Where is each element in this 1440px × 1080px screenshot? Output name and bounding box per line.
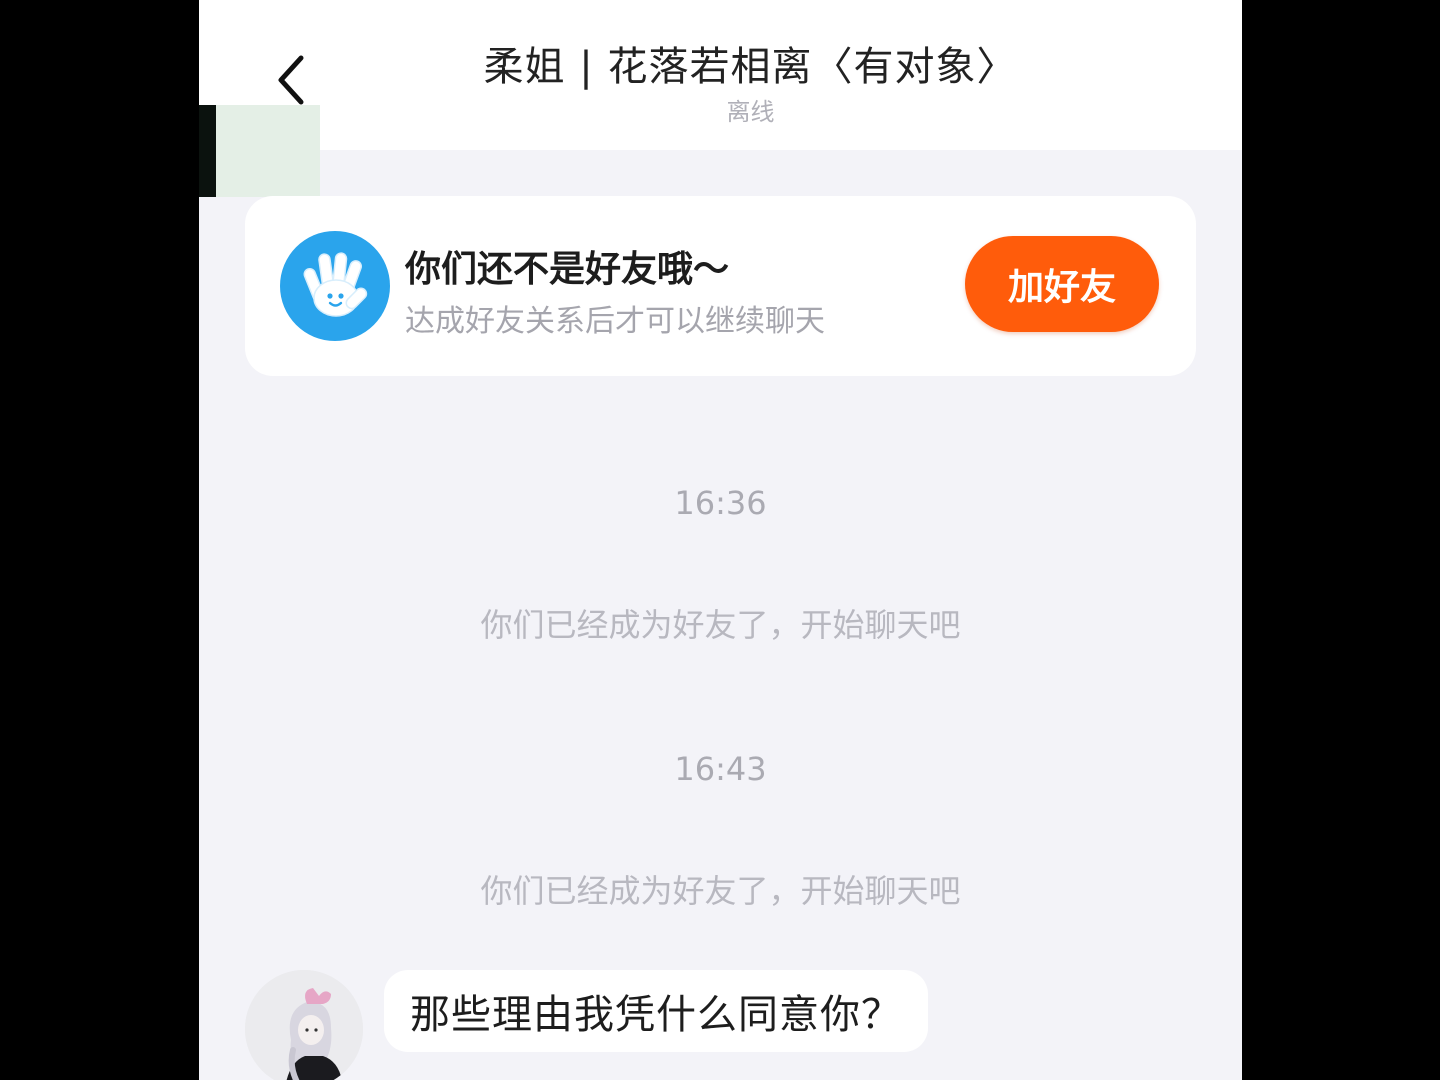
notice-subtitle: 达成好友关系后才可以继续聊天 [405, 304, 825, 339]
screen-overlay-artifact [199, 105, 320, 197]
waving-hand-icon [280, 231, 390, 341]
message-timestamp: 16:36 [674, 484, 767, 522]
chat-header: 柔姐 | 花落若相离〈有对象〉 离线 [199, 0, 1242, 150]
chat-screen: 柔姐 | 花落若相离〈有对象〉 离线 你们还不是好友哦～ 达成好友关系后才可以继… [199, 0, 1242, 1080]
anime-girl-avatar-icon [245, 970, 363, 1080]
not-friends-notice: 你们还不是好友哦～ 达成好友关系后才可以继续聊天 加好友 [245, 196, 1196, 376]
system-message: 你们已经成为好友了，开始聊天吧 [480, 872, 961, 910]
chat-title: 柔姐 | 花落若相离〈有对象〉 [483, 44, 1018, 90]
incoming-message-bubble[interactable]: 那些理由我凭什么同意你？ [384, 970, 928, 1052]
online-status: 离线 [726, 98, 775, 126]
message-timestamp: 16:43 [674, 750, 767, 788]
system-message: 你们已经成为好友了，开始聊天吧 [480, 606, 961, 644]
notice-title: 你们还不是好友哦～ [405, 249, 730, 290]
sender-avatar[interactable] [245, 970, 363, 1080]
add-friend-button[interactable]: 加好友 [965, 236, 1159, 332]
